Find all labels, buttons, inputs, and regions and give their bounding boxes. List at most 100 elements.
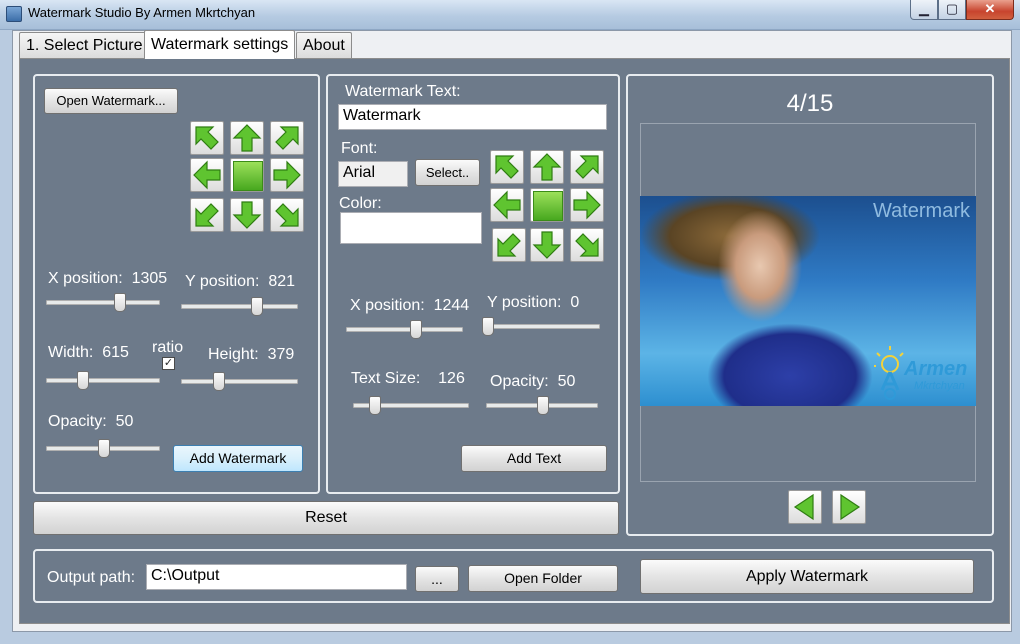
- image-x-position-label: X position: 1305: [48, 270, 168, 287]
- move-center-button[interactable]: [230, 158, 264, 192]
- text-move-center-button[interactable]: [530, 188, 564, 222]
- tab-select-picture[interactable]: 1. Select Picture: [19, 32, 150, 58]
- image-opacity-slider[interactable]: [46, 438, 160, 458]
- arrow-down-right-icon: [275, 203, 299, 227]
- text-move-bottom-right-button[interactable]: [570, 228, 604, 262]
- image-opacity-value: 50: [115, 413, 134, 430]
- text-watermark-group: [326, 74, 620, 494]
- triangle-left-icon: [793, 493, 814, 521]
- text-opacity-label: Opacity: 50: [490, 373, 576, 390]
- slider-thumb[interactable]: [251, 297, 263, 316]
- height-label: Height: 379: [208, 346, 295, 363]
- preview-logo: Armen Mkrtchyan: [874, 344, 970, 402]
- text-x-position-label: X position: 1244: [350, 297, 470, 314]
- move-top-left-button[interactable]: [190, 121, 224, 155]
- center-square-icon: [533, 191, 563, 221]
- tab-watermark-settings[interactable]: Watermark settings: [144, 30, 296, 59]
- text-move-top-right-button[interactable]: [570, 150, 604, 184]
- maximize-button[interactable]: ▢: [938, 0, 966, 20]
- preview-counter: 4/15: [786, 90, 834, 117]
- width-slider[interactable]: [46, 370, 160, 390]
- arrow-up-icon: [232, 124, 262, 152]
- ratio-label: ratio: [152, 339, 184, 356]
- open-folder-button[interactable]: Open Folder: [468, 565, 618, 592]
- center-square-icon: [233, 161, 263, 191]
- text-move-bottom-button[interactable]: [530, 228, 564, 262]
- arrow-down-left-icon: [195, 203, 219, 227]
- arrow-left-icon: [493, 190, 521, 220]
- select-font-button[interactable]: Select..: [415, 159, 480, 186]
- watermark-text-input[interactable]: Watermark: [338, 104, 607, 130]
- move-bottom-button[interactable]: [230, 198, 264, 232]
- color-label: Color:: [339, 195, 382, 212]
- browse-button[interactable]: ...: [415, 566, 459, 592]
- output-path-input[interactable]: C:\Output: [146, 564, 407, 590]
- slider-thumb[interactable]: [213, 372, 225, 391]
- width-value: 615: [102, 344, 129, 361]
- arrow-down-icon: [232, 201, 262, 229]
- text-size-slider[interactable]: [353, 395, 469, 415]
- slider-thumb[interactable]: [114, 293, 126, 312]
- arrow-up-icon: [532, 153, 562, 181]
- text-move-bottom-left-button[interactable]: [492, 228, 526, 262]
- text-y-position-slider[interactable]: [482, 316, 600, 336]
- font-display: Arial: [338, 161, 408, 187]
- add-watermark-button[interactable]: Add Watermark: [173, 445, 303, 472]
- preview-image: Watermark Armen Mkrtchyan: [640, 196, 976, 406]
- width-label: Width: 615: [48, 344, 129, 361]
- slider-thumb[interactable]: [482, 317, 494, 336]
- slider-thumb[interactable]: [369, 396, 381, 415]
- minimize-button[interactable]: ▁: [910, 0, 938, 20]
- ratio-checkbox[interactable]: ✓: [162, 357, 175, 370]
- close-button[interactable]: ✕: [966, 0, 1014, 20]
- image-y-position-label: Y position: 821: [185, 273, 296, 290]
- text-opacity-slider[interactable]: [486, 395, 598, 415]
- text-move-top-button[interactable]: [530, 150, 564, 184]
- height-value: 379: [267, 346, 295, 363]
- slider-thumb[interactable]: [98, 439, 110, 458]
- text-y-position-label: Y position: 0: [487, 294, 580, 311]
- move-right-button[interactable]: [270, 158, 304, 192]
- height-slider[interactable]: [181, 371, 298, 391]
- image-y-position-value: 821: [268, 273, 296, 290]
- move-bottom-right-button[interactable]: [270, 198, 304, 232]
- text-move-left-button[interactable]: [490, 188, 524, 222]
- arrow-up-left-icon: [495, 155, 519, 179]
- arrow-down-icon: [532, 231, 562, 259]
- move-left-button[interactable]: [190, 158, 224, 192]
- watermark-text-label: Watermark Text:: [345, 83, 461, 100]
- add-text-button[interactable]: Add Text: [461, 445, 607, 472]
- image-y-position-slider[interactable]: [181, 296, 298, 316]
- slider-thumb[interactable]: [537, 396, 549, 415]
- text-x-position-slider[interactable]: [346, 319, 463, 339]
- slider-thumb[interactable]: [77, 371, 89, 390]
- arrow-left-icon: [193, 160, 221, 190]
- apply-watermark-button[interactable]: Apply Watermark: [640, 559, 974, 594]
- move-bottom-left-button[interactable]: [190, 198, 224, 232]
- arrow-right-icon: [573, 190, 601, 220]
- move-top-button[interactable]: [230, 121, 264, 155]
- image-x-position-slider[interactable]: [46, 292, 160, 312]
- open-watermark-button[interactable]: Open Watermark...: [44, 88, 178, 114]
- arrow-down-right-icon: [575, 233, 599, 257]
- app-icon: [6, 6, 22, 22]
- next-image-button[interactable]: [832, 490, 866, 524]
- text-move-right-button[interactable]: [570, 188, 604, 222]
- text-opacity-value: 50: [557, 373, 576, 390]
- preview-watermark-text: Watermark: [872, 200, 970, 222]
- color-swatch[interactable]: [340, 212, 482, 244]
- slider-thumb[interactable]: [410, 320, 422, 339]
- text-move-top-left-button[interactable]: [490, 150, 524, 184]
- image-opacity-label: Opacity: 50: [48, 413, 134, 430]
- tab-about[interactable]: About: [296, 32, 352, 58]
- title-bar[interactable]: Watermark Studio By Armen Mkrtchyan ▁ ▢ …: [0, 0, 1020, 30]
- move-top-right-button[interactable]: [270, 121, 304, 155]
- arrow-right-icon: [273, 160, 301, 190]
- previous-image-button[interactable]: [788, 490, 822, 524]
- image-x-position-value: 1305: [131, 270, 168, 287]
- arrow-up-right-icon: [275, 126, 299, 150]
- triangle-right-icon: [840, 493, 861, 521]
- arrow-down-left-icon: [497, 233, 521, 257]
- reset-button[interactable]: Reset: [33, 501, 619, 535]
- text-x-position-value: 1244: [433, 297, 470, 314]
